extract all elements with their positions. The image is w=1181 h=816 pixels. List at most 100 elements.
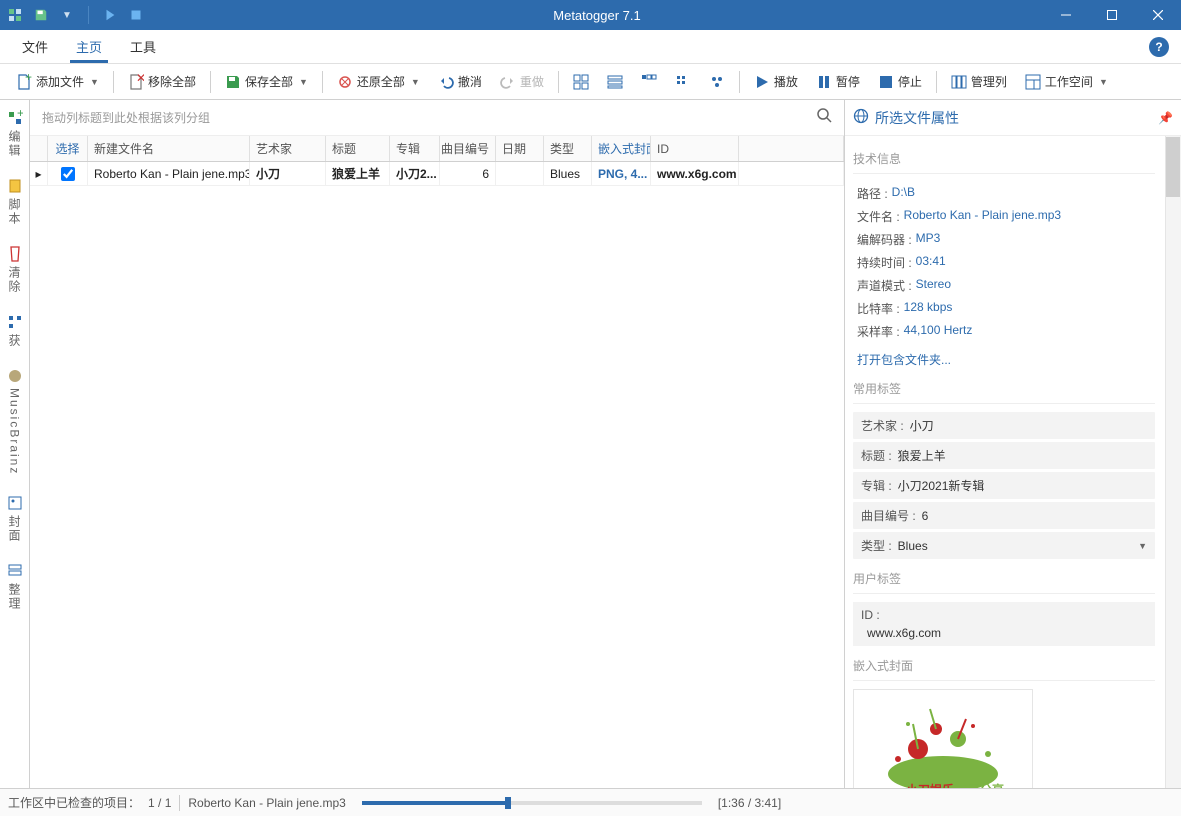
edit-icon: +: [7, 110, 23, 126]
save-all-button[interactable]: 保存全部 ▼: [217, 69, 316, 94]
field-album[interactable]: 专辑 :小刀2021新专辑: [853, 472, 1155, 499]
separator: [558, 71, 559, 93]
view-small-icon[interactable]: [667, 70, 699, 94]
cell-date[interactable]: [496, 162, 544, 185]
remove-all-button[interactable]: ✕ 移除全部: [120, 69, 204, 94]
playback-slider[interactable]: [362, 801, 702, 805]
label: 封面: [6, 515, 23, 543]
cell-file[interactable]: Roberto Kan - Plain jene.mp3: [88, 162, 250, 185]
help-icon[interactable]: ?: [1149, 37, 1169, 57]
chevron-down-icon[interactable]: ▼: [58, 6, 76, 24]
section-common: 常用标签: [853, 372, 1155, 404]
label: 撤消: [458, 73, 482, 90]
table-row[interactable]: ▸ Roberto Kan - Plain jene.mp3 小刀 狼爱上羊 小…: [30, 162, 844, 186]
pause-button[interactable]: 暂停: [808, 69, 868, 94]
cell-cover[interactable]: PNG, 4...: [592, 162, 651, 185]
cell-album[interactable]: 小刀2...: [390, 162, 440, 185]
col-title[interactable]: 标题: [326, 136, 390, 161]
play-icon: [754, 74, 770, 90]
globe-icon: [853, 108, 869, 127]
sidebar-item-cover[interactable]: 封面: [4, 491, 25, 547]
col-newfile[interactable]: 新建文件名: [88, 136, 250, 161]
sidebar-item-edit[interactable]: +编辑: [4, 106, 25, 162]
cell-title[interactable]: 狼爱上羊: [326, 162, 390, 185]
maximize-button[interactable]: [1089, 0, 1135, 30]
separator: [179, 795, 180, 811]
col-album[interactable]: 专辑: [390, 136, 440, 161]
stop-button[interactable]: 停止: [870, 69, 930, 94]
cell-track[interactable]: 6: [440, 162, 496, 185]
menu-home[interactable]: 主页: [62, 30, 116, 63]
info-filename: 文件名 :Roberto Kan - Plain jene.mp3: [853, 205, 1155, 228]
organize-icon: [7, 563, 23, 579]
label: 移除全部: [148, 73, 196, 90]
scrollbar-thumb[interactable]: [1166, 137, 1180, 197]
cover-icon: [7, 495, 23, 511]
col-date[interactable]: 日期: [496, 136, 544, 161]
panel-body: 技术信息 路径 :D:\B 文件名 :Roberto Kan - Plain j…: [845, 136, 1181, 788]
field-type[interactable]: 类型 :Blues▼: [853, 532, 1155, 559]
undo-button[interactable]: 撤消: [430, 69, 490, 94]
sidebar-item-organize[interactable]: 整理: [4, 559, 25, 615]
slider-thumb[interactable]: [505, 797, 511, 809]
col-track[interactable]: 曲目编号: [440, 136, 496, 161]
field-track[interactable]: 曲目编号 :6: [853, 502, 1155, 529]
play-icon[interactable]: [101, 6, 119, 24]
restore-all-button[interactable]: 还原全部▼: [329, 69, 428, 94]
col-rest: [739, 136, 844, 161]
open-folder-link[interactable]: 打开包含文件夹...: [853, 343, 1155, 372]
sidebar-item-get[interactable]: 获: [4, 310, 25, 352]
cell-id[interactable]: www.x6g.com: [651, 162, 739, 185]
minimize-button[interactable]: [1043, 0, 1089, 30]
menu-bar: 文件 主页 工具 ?: [0, 30, 1181, 64]
panel-header: 所选文件属性 📌: [845, 100, 1181, 136]
view-grid-icon[interactable]: [633, 70, 665, 94]
view-list-icon[interactable]: [599, 70, 631, 94]
separator: [322, 71, 323, 93]
scrollbar[interactable]: [1165, 136, 1181, 788]
info-duration: 持续时间 :03:41: [853, 251, 1155, 274]
save-icon[interactable]: [32, 6, 50, 24]
close-button[interactable]: [1135, 0, 1181, 30]
field-user-id[interactable]: ID : www.x6g.com: [853, 602, 1155, 646]
value[interactable]: www.x6g.com: [861, 622, 1147, 640]
stop-icon[interactable]: [127, 6, 145, 24]
label: 工作空间: [1045, 73, 1093, 90]
menu-file[interactable]: 文件: [8, 30, 62, 63]
svg-text:✕: ✕: [136, 74, 144, 85]
label: 保存全部: [245, 73, 293, 90]
field-artist[interactable]: 艺术家 :小刀: [853, 412, 1155, 439]
field-title[interactable]: 标题 :狼爱上羊: [853, 442, 1155, 469]
menu-tools[interactable]: 工具: [116, 30, 170, 63]
status-time: [1:36 / 3:41]: [718, 796, 781, 810]
cell-type[interactable]: Blues: [544, 162, 592, 185]
cover-art[interactable]: 小刀娱乐 乐于分享: [853, 689, 1033, 788]
chevron-down-icon: ▼: [299, 77, 308, 87]
search-icon[interactable]: [816, 107, 832, 128]
sidebar-item-script[interactable]: 脚本: [4, 174, 25, 230]
pin-icon[interactable]: 📌: [1158, 111, 1173, 125]
manage-columns-button[interactable]: 管理列: [943, 69, 1015, 94]
col-id[interactable]: ID: [651, 136, 739, 161]
file-add-icon: +: [16, 74, 32, 90]
workspace-button[interactable]: 工作空间 ▼: [1017, 69, 1116, 94]
col-expand[interactable]: [30, 136, 48, 161]
chevron-down-icon: ▼: [1099, 77, 1108, 87]
add-files-button[interactable]: +添加文件▼: [8, 69, 107, 94]
row-expander[interactable]: ▸: [30, 162, 48, 185]
panel-title: 所选文件属性: [875, 108, 959, 128]
col-artist[interactable]: 艺术家: [250, 136, 326, 161]
col-select[interactable]: 选择: [48, 136, 88, 161]
play-button[interactable]: 播放: [746, 69, 806, 94]
row-checkbox[interactable]: [48, 162, 88, 185]
group-panel[interactable]: 拖动列标题到此处根据该列分组: [30, 100, 844, 136]
sidebar-item-clean[interactable]: 清除: [4, 242, 25, 298]
sidebar-item-musicbrainz[interactable]: MusicBrainz: [5, 364, 25, 479]
cell-artist[interactable]: 小刀: [250, 162, 326, 185]
col-cover[interactable]: 嵌入式封面: [592, 136, 651, 161]
view-hex-icon[interactable]: [701, 70, 733, 94]
col-type[interactable]: 类型: [544, 136, 592, 161]
chevron-down-icon[interactable]: ▼: [1138, 541, 1147, 551]
label: MusicBrainz: [8, 388, 22, 475]
view-large-icon[interactable]: [565, 70, 597, 94]
